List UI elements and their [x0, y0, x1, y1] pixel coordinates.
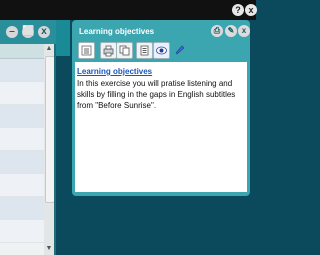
- top-bar: ? x: [0, 0, 257, 20]
- scroll-up-arrow-icon[interactable]: ▲: [44, 44, 54, 54]
- help-button[interactable]: ?: [232, 4, 244, 16]
- objectives-content: Learning objectives In this exercise you…: [75, 62, 247, 192]
- print-icon[interactable]: [100, 42, 117, 59]
- app-close-button[interactable]: x: [245, 4, 257, 16]
- list-item[interactable]: [0, 197, 44, 220]
- minimize-button[interactable]: –: [6, 26, 18, 38]
- left-window-close-button[interactable]: x: [38, 26, 50, 38]
- list-item[interactable]: [0, 105, 44, 128]
- document-icon[interactable]: [78, 42, 95, 59]
- window-title: Learning objectives: [79, 27, 155, 36]
- scroll-down-arrow-icon[interactable]: ▼: [44, 244, 54, 254]
- list-rows: [0, 59, 44, 243]
- left-window-titlebar: – ⬜ x: [0, 20, 56, 44]
- eye-icon[interactable]: [153, 42, 170, 59]
- left-window: – ⬜ x ▲ ▼: [0, 20, 56, 255]
- description-line: In this exercise you will pratise listen…: [77, 79, 233, 88]
- list-header: [0, 44, 44, 59]
- list-item[interactable]: [0, 82, 44, 105]
- list-item[interactable]: [0, 220, 44, 243]
- print-icon[interactable]: ⎙: [211, 25, 223, 37]
- tools-icon[interactable]: ✎: [225, 25, 237, 37]
- objectives-heading-link[interactable]: Learning objectives: [77, 67, 152, 76]
- restore-button[interactable]: ⬜: [22, 26, 34, 38]
- objectives-description: In this exercise you will pratise listen…: [77, 78, 247, 111]
- description-line: from "Before Sunrise".: [77, 101, 157, 110]
- list-item[interactable]: [0, 174, 44, 197]
- list-item[interactable]: [0, 151, 44, 174]
- text-icon[interactable]: [136, 42, 153, 59]
- window-toolbar: [76, 42, 246, 60]
- list-item[interactable]: [0, 59, 44, 82]
- list-item[interactable]: [0, 128, 44, 151]
- window-divider: [54, 44, 56, 255]
- learning-objectives-window: Learning objectives ⎙ ✎ x Learning objec…: [72, 20, 250, 196]
- description-line: skills by filling in the gaps in English…: [77, 90, 236, 99]
- close-icon[interactable]: x: [238, 25, 250, 37]
- copy-icon[interactable]: [116, 42, 133, 59]
- pen-icon[interactable]: [172, 42, 187, 57]
